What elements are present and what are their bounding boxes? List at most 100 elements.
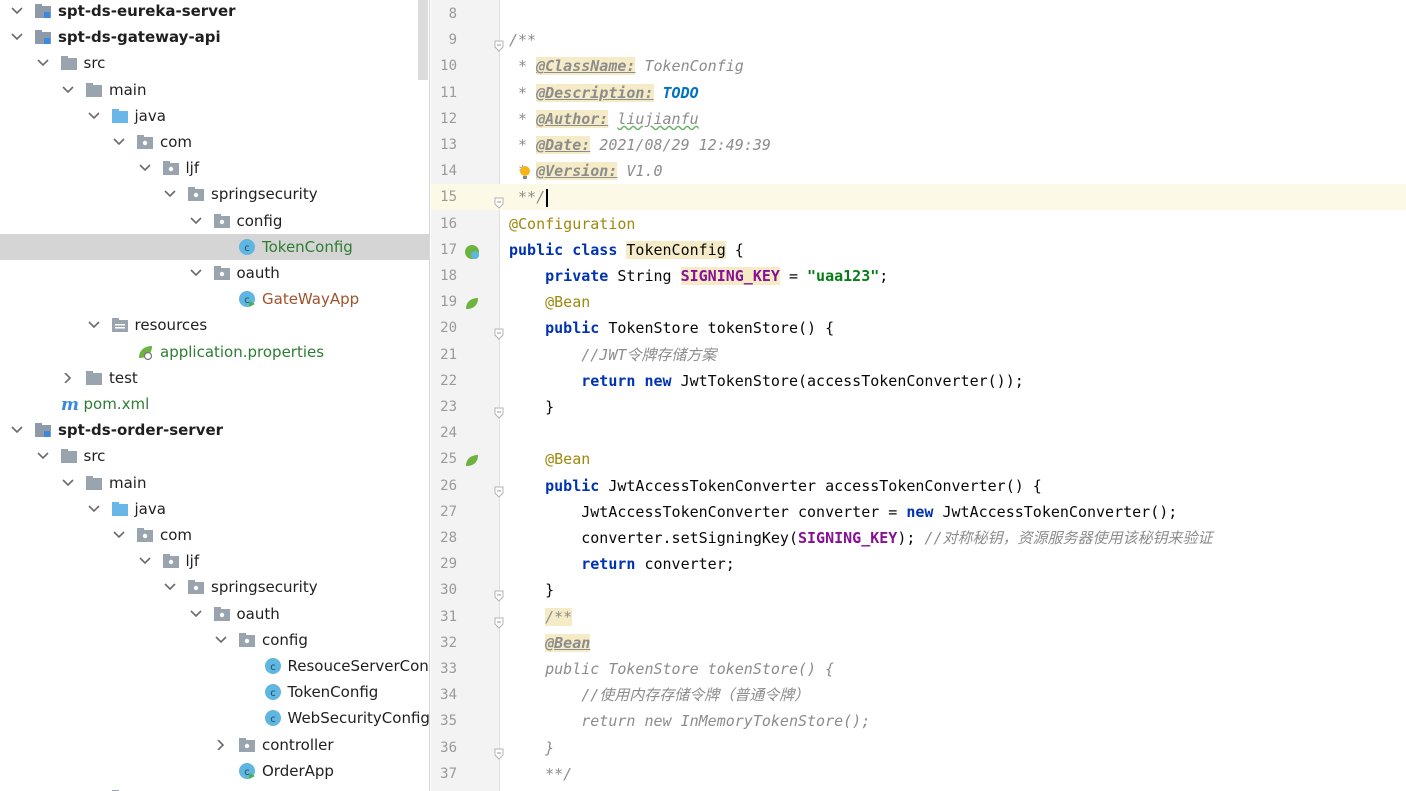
code-line[interactable]: 16 @Configuration [431, 211, 1406, 237]
code-line[interactable]: 17 public class TokenConfig { [431, 237, 1406, 263]
bean-gutter-icon[interactable] [464, 294, 480, 310]
chevron-down-icon[interactable] [163, 574, 177, 600]
line-number: 22 [440, 372, 457, 389]
tree-node[interactable]: oauth [0, 601, 429, 627]
tree-node[interactable]: config [0, 627, 429, 653]
code-line[interactable]: 28 converter.setSigningKey(SIGNING_KEY);… [431, 525, 1406, 551]
code-line[interactable]: 31 /** [431, 604, 1406, 630]
fold-icon[interactable] [494, 611, 504, 629]
tree-node[interactable]: com [0, 129, 429, 155]
tree-node[interactable]: resources [0, 312, 429, 338]
tree-node[interactable]: c GateWayApp [0, 286, 429, 312]
code-line[interactable]: 27 JwtAccessTokenConverter converter = n… [431, 499, 1406, 525]
fold-icon[interactable] [494, 401, 504, 419]
code-line[interactable]: 32 @Bean [431, 630, 1406, 656]
chevron-down-icon[interactable] [87, 103, 101, 129]
tree-node[interactable]: springsecurity [0, 181, 429, 207]
tree-node[interactable]: springsecurity [0, 574, 429, 600]
fold-icon[interactable] [494, 191, 504, 210]
code-line[interactable]: 33 public TokenStore tokenStore() { [431, 656, 1406, 682]
bean-gutter-icon[interactable] [464, 451, 480, 467]
chevron-down-icon[interactable] [163, 181, 177, 207]
code-line[interactable]: 19 @Bean [431, 289, 1406, 315]
code-line[interactable]: 34 //使用内存存储令牌（普通令牌） [431, 682, 1406, 708]
chevron-down-icon[interactable] [10, 24, 24, 50]
chevron-down-icon[interactable] [112, 522, 126, 548]
tree-node[interactable]: c TokenConfig [0, 679, 429, 705]
fold-icon[interactable] [494, 742, 504, 760]
tree-node[interactable]: java [0, 496, 429, 522]
chevron-down-icon[interactable] [138, 155, 152, 181]
tree-node[interactable]: c WebSecurityConfig [0, 705, 429, 731]
tree-node[interactable]: main [0, 77, 429, 103]
code-line[interactable]: 37 **/ [431, 761, 1406, 787]
code-line[interactable]: 23 } [431, 394, 1406, 420]
chevron-right-icon[interactable] [61, 365, 75, 391]
code-line[interactable]: 35 return new InMemoryTokenStore(); [431, 708, 1406, 734]
chevron-down-icon[interactable] [36, 443, 50, 469]
chevron-down-icon[interactable] [112, 129, 126, 155]
tree-node[interactable]: c TokenConfig [0, 233, 429, 260]
line-number: 33 [440, 661, 457, 677]
tree-node[interactable]: src [0, 443, 429, 469]
code-line[interactable]: 21 //JWT令牌存储方案 [431, 342, 1406, 368]
tree-node[interactable]: controller [0, 732, 429, 758]
chevron-down-icon[interactable] [189, 601, 203, 627]
tree-node[interactable]: c OrderApp [0, 758, 429, 784]
tree-node[interactable]: m pom.xml [0, 391, 429, 417]
fold-icon[interactable] [494, 34, 504, 52]
code-line[interactable]: 29 return converter; [431, 551, 1406, 577]
code-line[interactable]: 36 } [431, 735, 1406, 761]
tree-node[interactable]: c ResouceServerConfig [0, 653, 429, 679]
code-line[interactable]: 22 return new JwtTokenStore(accessTokenC… [431, 368, 1406, 394]
chevron-down-icon[interactable] [138, 548, 152, 574]
chevron-down-icon[interactable] [87, 312, 101, 338]
code-line[interactable]: 12 * @Author: liujianfu [431, 106, 1406, 132]
tree-node[interactable]: com [0, 522, 429, 548]
code-line[interactable]: 8 [431, 1, 1406, 27]
code-line[interactable]: 11 * @Description: TODO [431, 80, 1406, 106]
code-line[interactable]: 13 * @Date: 2021/08/29 12:49:39 [431, 132, 1406, 158]
chevron-down-icon[interactable] [189, 260, 203, 286]
chevron-right-icon[interactable] [214, 732, 228, 758]
code-line[interactable]: 20 public TokenStore tokenStore() { [431, 315, 1406, 341]
code-line[interactable]: 30 } [431, 577, 1406, 603]
chevron-down-icon[interactable] [10, 0, 24, 24]
fold-icon[interactable] [494, 584, 504, 603]
chevron-down-icon[interactable] [61, 470, 75, 496]
tree-node[interactable]: ljf [0, 548, 429, 574]
code-line[interactable]: 9 /** [431, 27, 1406, 53]
code-line[interactable]: 10 * @ClassName: TokenConfig [431, 53, 1406, 79]
tree-node[interactable]: spt-ds-order-server [0, 417, 429, 443]
tree-node[interactable]: main [0, 470, 429, 496]
tree-node[interactable]: spt-ds-eureka-server [0, 0, 429, 24]
chevron-down-icon[interactable] [87, 784, 101, 791]
tree-node[interactable]: config [0, 208, 429, 234]
bean-class-gutter-icon[interactable] [464, 242, 480, 259]
code-line[interactable]: 25 @Bean [431, 446, 1406, 472]
chevron-down-icon[interactable] [189, 208, 203, 234]
fold-icon[interactable] [494, 480, 504, 498]
code-line[interactable]: 26 public JwtAccessTokenConverter access… [431, 473, 1406, 499]
fold-icon[interactable] [494, 322, 504, 341]
code-line[interactable]: 15 **/ [431, 184, 1406, 211]
tree-node[interactable]: application.properties [0, 339, 429, 365]
tree-node[interactable]: resources [0, 784, 429, 791]
chevron-down-icon[interactable] [36, 50, 50, 76]
chevron-down-icon[interactable] [214, 627, 228, 653]
code-editor[interactable]: 8 9/** 10 * @ClassName: TokenConfig 11 * @D… [431, 0, 1406, 791]
chevron-down-icon[interactable] [87, 496, 101, 522]
chevron-down-icon[interactable] [61, 77, 75, 103]
code-line[interactable]: 18 private String SIGNING_KEY = "uaa123"… [431, 263, 1406, 289]
tree-node[interactable]: java [0, 103, 429, 129]
tree-node[interactable]: ljf [0, 155, 429, 181]
bulb-icon[interactable] [517, 163, 533, 180]
tree-node[interactable]: oauth [0, 260, 429, 286]
tree-scrollbar-thumb[interactable] [418, 0, 428, 80]
tree-node[interactable]: src [0, 50, 429, 76]
chevron-down-icon[interactable] [10, 417, 24, 443]
tree-node[interactable]: test [0, 365, 429, 391]
tree-node[interactable]: spt-ds-gateway-api [0, 24, 429, 50]
code-line[interactable]: 24 [431, 420, 1406, 446]
code-line[interactable]: 14 * @Version: V1.0 [431, 158, 1406, 184]
